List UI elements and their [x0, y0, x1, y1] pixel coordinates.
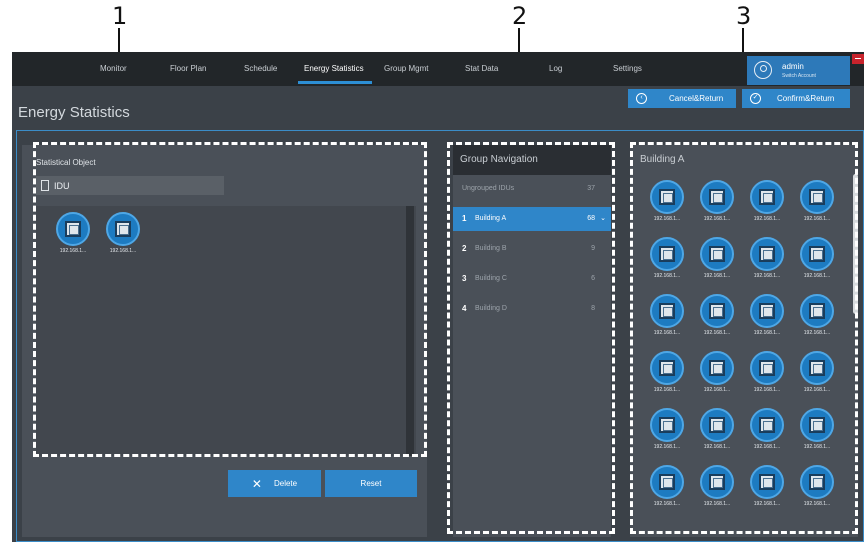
- nav-energy-statistics[interactable]: Energy Statistics: [304, 64, 364, 73]
- nav-floor-plan[interactable]: Floor Plan: [170, 64, 206, 73]
- active-tab-indicator: [298, 81, 372, 84]
- delete-button[interactable]: ✕ Delete: [228, 470, 321, 497]
- nav-group-mgmt[interactable]: Group Mgmt: [384, 64, 428, 73]
- close-x-icon: ✕: [251, 476, 262, 491]
- nav-log[interactable]: Log: [549, 64, 562, 73]
- user-name: admin: [782, 62, 804, 71]
- confirm-return-label: Confirm&Return: [777, 94, 835, 103]
- callout-box-1: [33, 142, 427, 457]
- cancel-return-label: Cancel&Return: [669, 94, 724, 103]
- callout-1: 1: [112, 2, 128, 30]
- back-arrow-circle-icon: ‹: [636, 93, 647, 104]
- reset-button[interactable]: Reset: [325, 470, 417, 497]
- nav-schedule[interactable]: Schedule: [244, 64, 277, 73]
- check-circle-icon: ✓: [750, 93, 761, 104]
- close-window-icon[interactable]: [852, 54, 864, 64]
- callout-3: 3: [736, 2, 752, 30]
- top-navigation-bar: Monitor Floor Plan Schedule Energy Stati…: [12, 52, 864, 86]
- nav-settings[interactable]: Settings: [613, 64, 642, 73]
- delete-label: Delete: [273, 479, 298, 488]
- user-account-box[interactable]: admin Switch Account: [747, 56, 850, 85]
- page-title: Energy Statistics: [18, 104, 130, 121]
- switch-account-link[interactable]: Switch Account: [782, 73, 816, 79]
- callout-2: 2: [512, 2, 528, 30]
- reset-label: Reset: [360, 479, 382, 488]
- nav-stat-data[interactable]: Stat Data: [465, 64, 498, 73]
- callout-box-2: [447, 142, 615, 534]
- nav-monitor[interactable]: Monitor: [100, 64, 127, 73]
- confirm-return-button[interactable]: ✓ Confirm&Return: [742, 89, 850, 108]
- cancel-return-button[interactable]: ‹ Cancel&Return: [628, 89, 736, 108]
- user-circle-icon: [754, 61, 772, 79]
- callout-box-3: [630, 142, 858, 534]
